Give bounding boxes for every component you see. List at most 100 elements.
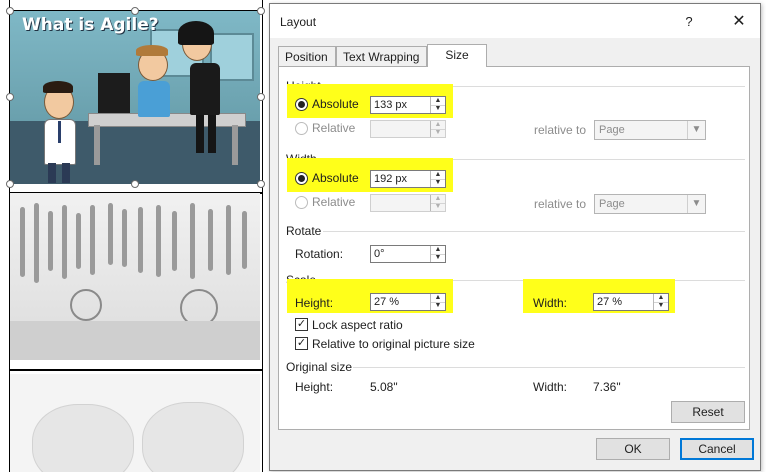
wrench-shape [190, 203, 195, 279]
wrench-shape [122, 209, 127, 267]
resize-handle-bottom-left[interactable] [6, 180, 14, 188]
shoe-sole-shape [32, 404, 134, 472]
chevron-down-icon: ▼ [687, 195, 705, 213]
scale-height-label: Height: [295, 296, 334, 310]
shoe-sole-shape [142, 402, 244, 472]
dialog-title: Layout [280, 15, 317, 29]
reset-button[interactable]: Reset [671, 401, 745, 423]
rotate-group-label: Rotate [286, 224, 322, 238]
picture-desk-leg [94, 125, 100, 165]
spin-down-icon[interactable]: ▼ [431, 254, 445, 262]
width-relative-to-label: relative to [534, 197, 587, 211]
width-absolute-label: Absolute [312, 171, 359, 185]
resize-handle-right[interactable] [257, 93, 265, 101]
original-height-value: 5.08" [370, 380, 398, 394]
spinner-buttons: ▲ ▼ [430, 294, 445, 310]
chevron-down-icon: ▼ [687, 121, 705, 139]
resize-handle-left[interactable] [6, 93, 14, 101]
resize-handle-top-right[interactable] [257, 7, 265, 15]
original-width-label: Width: [533, 380, 568, 394]
cancel-button[interactable]: Cancel [680, 438, 754, 460]
relative-original-label: Relative to original picture size [312, 337, 475, 351]
relative-original-checkbox[interactable]: ✓ [295, 337, 308, 350]
lock-aspect-label: Lock aspect ratio [312, 318, 403, 332]
help-button[interactable]: ? [675, 11, 703, 33]
wrench-shape [208, 209, 213, 271]
wrench-shape [156, 205, 161, 277]
wrench-shape [20, 207, 25, 277]
wrench-shape [62, 205, 67, 279]
height-relative-to-select[interactable]: Page ▼ [594, 120, 706, 140]
tab-text-wrapping[interactable]: Text Wrapping [336, 46, 427, 66]
separator [323, 231, 745, 232]
height-relative-label: Relative [312, 121, 356, 135]
resize-handle-bottom[interactable] [131, 180, 139, 188]
tools-picture[interactable] [10, 193, 260, 360]
wrench-shape [242, 211, 247, 269]
spin-down-icon[interactable]: ▼ [431, 179, 445, 187]
picture-desk-leg [232, 125, 238, 165]
scale-height-value: 27 % [374, 296, 400, 308]
tool-ring-shape [70, 289, 102, 321]
agile-image-title: What is Agile? [22, 15, 159, 35]
height-relative-to-label: relative to [534, 123, 587, 137]
spinner-buttons: ▲ ▼ [430, 246, 445, 262]
wrench-shape [48, 211, 53, 271]
spin-down-icon[interactable]: ▼ [431, 129, 445, 137]
height-absolute-radio[interactable] [295, 98, 308, 111]
spin-down-icon[interactable]: ▼ [431, 302, 445, 310]
scale-width-value: 27 % [597, 296, 623, 308]
spinner-buttons: ▲ ▼ [430, 195, 445, 211]
width-relative-label: Relative [312, 195, 356, 209]
spin-down-icon[interactable]: ▼ [431, 105, 445, 113]
height-relative-input[interactable]: ▲ ▼ [370, 120, 446, 138]
spinner-buttons: ▲ ▼ [430, 97, 445, 113]
separator [353, 367, 745, 368]
rotation-label: Rotation: [295, 247, 344, 261]
wrench-shape [90, 205, 95, 275]
size-tab-panel: Height Absolute 133 px ▲ ▼ Relative ▲ ▼ … [278, 66, 750, 430]
width-relative-to-value: Page [599, 198, 625, 210]
width-absolute-radio[interactable] [295, 172, 308, 185]
ok-button[interactable]: OK [596, 438, 670, 460]
scale-width-label: Width: [533, 296, 568, 310]
scale-height-input[interactable]: 27 % ▲ ▼ [370, 293, 446, 311]
lock-aspect-checkbox[interactable]: ✓ [295, 318, 308, 331]
original-width-value: 7.36" [593, 380, 621, 394]
width-relative-to-select[interactable]: Page ▼ [594, 194, 706, 214]
original-size-group-label: Original size [286, 360, 353, 374]
width-relative-input[interactable]: ▲ ▼ [370, 194, 446, 212]
resize-handle-bottom-right[interactable] [257, 180, 265, 188]
width-relative-radio[interactable] [295, 196, 308, 209]
wrench-shape [172, 211, 177, 271]
height-relative-radio[interactable] [295, 122, 308, 135]
width-absolute-value: 192 px [374, 173, 408, 185]
height-relative-to-value: Page [599, 124, 625, 136]
wrench-shape [34, 203, 39, 283]
resize-handle-top-left[interactable] [6, 7, 14, 15]
dialog-titlebar[interactable]: Layout ? ✕ [270, 4, 760, 38]
agile-picture[interactable]: What is Agile? [10, 11, 260, 184]
wrench-shape [76, 213, 81, 269]
close-icon[interactable]: ✕ [728, 11, 750, 33]
rotation-value: 0° [374, 248, 385, 260]
spinner-buttons: ▲ ▼ [430, 121, 445, 137]
scale-width-input[interactable]: 27 % ▲ ▼ [593, 293, 669, 311]
height-absolute-input[interactable]: 133 px ▲ ▼ [370, 96, 446, 114]
original-height-label: Height: [295, 380, 334, 394]
resize-handle-top[interactable] [131, 7, 139, 15]
wrench-shape [226, 205, 231, 275]
shoes-picture[interactable] [10, 374, 260, 472]
spin-down-icon[interactable]: ▼ [654, 302, 668, 310]
tab-size[interactable]: Size [427, 44, 487, 67]
table-border-right [262, 0, 263, 472]
tab-position[interactable]: Position [278, 46, 336, 66]
width-absolute-input[interactable]: 192 px ▲ ▼ [370, 170, 446, 188]
table-row-divider [9, 369, 263, 371]
workbench-shape [10, 321, 260, 360]
rotation-input[interactable]: 0° ▲ ▼ [370, 245, 446, 263]
layout-dialog: Layout ? ✕ Position Text Wrapping Size H… [269, 3, 761, 471]
spinner-buttons: ▲ ▼ [430, 171, 445, 187]
spin-down-icon[interactable]: ▼ [431, 203, 445, 211]
wrench-shape [108, 203, 113, 265]
